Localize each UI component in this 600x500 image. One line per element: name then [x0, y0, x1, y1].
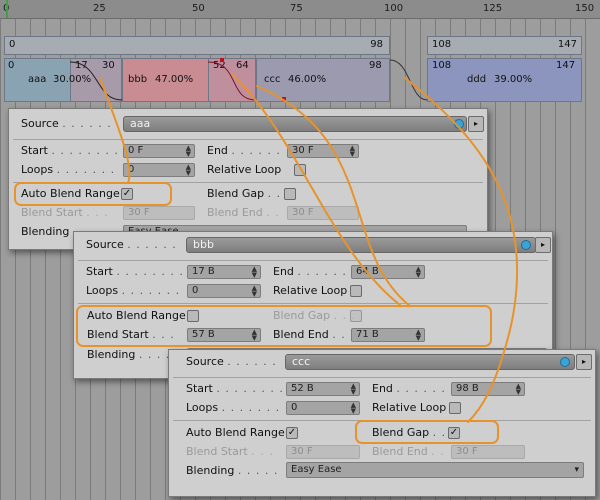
end-label: End — [372, 382, 393, 395]
blend-start-label: Blend Start — [21, 206, 83, 219]
relative-loop-label: Relative Loop — [207, 163, 282, 176]
start-field[interactable]: 17 B ▲ ▼ — [187, 265, 261, 279]
relative-loop-label: Relative Loop — [273, 284, 348, 297]
start-label: Start — [21, 144, 48, 157]
end-field[interactable]: 64 B ▲ ▼ — [351, 265, 425, 279]
blend-start-field[interactable]: 30 F — [123, 206, 195, 220]
end-label: End — [273, 265, 294, 278]
end-field[interactable]: 98 B ▲ ▼ — [451, 382, 525, 396]
source-field[interactable]: aaa — [123, 116, 467, 132]
blending-dropdown[interactable]: Easy Ease ▾ — [286, 462, 584, 478]
object-cube-icon — [521, 240, 531, 250]
blend-end-field[interactable]: 30 F — [451, 445, 525, 459]
loops-field[interactable]: 0 ▲ ▼ — [123, 163, 195, 177]
blend-gap-label: Blend Gap — [207, 187, 265, 200]
loops-field[interactable]: 0 ▲ ▼ — [286, 401, 360, 415]
start-field[interactable]: 0 F ▲ ▼ — [123, 144, 195, 158]
auto-blend-range-label: Auto Blend Range — [87, 309, 186, 322]
blending-label: Blending — [87, 348, 136, 361]
source-field[interactable]: ccc — [285, 354, 575, 370]
loops-label: Loops — [86, 284, 119, 297]
blend-start-label: Blend Start — [87, 328, 149, 341]
blending-label: Blending — [21, 225, 70, 238]
blend-gap-checkbox[interactable] — [350, 310, 362, 322]
object-cube-icon — [560, 357, 570, 367]
blend-gap-label: Blend Gap — [273, 309, 331, 322]
blend-start-field[interactable]: 30 F — [286, 445, 360, 459]
blend-gap-label: Blend Gap — [372, 426, 430, 439]
source-label: Source — [86, 238, 124, 251]
loops-label: Loops — [186, 401, 219, 414]
auto-blend-range-checkbox[interactable]: ✓ — [286, 427, 298, 439]
relative-loop-checkbox[interactable] — [449, 402, 461, 414]
relative-loop-checkbox[interactable] — [350, 285, 362, 297]
auto-blend-range-checkbox[interactable] — [187, 310, 199, 322]
start-label: Start — [186, 382, 213, 395]
auto-blend-range-checkbox[interactable]: ✓ — [121, 188, 133, 200]
clip-properties-panel-ccc: Source . . . . . . ccc ▸ Start . . . . .… — [168, 349, 596, 497]
relative-loop-label: Relative Loop — [372, 401, 447, 414]
blend-curves — [69, 58, 428, 101]
relative-loop-checkbox[interactable] — [294, 164, 306, 176]
auto-blend-range-label: Auto Blend Range — [186, 426, 285, 439]
end-field[interactable]: 30 F ▲ ▼ — [287, 144, 359, 158]
loops-label: Loops — [21, 163, 54, 176]
start-label: Start — [86, 265, 113, 278]
start-field[interactable]: 52 B ▲ ▼ — [286, 382, 360, 396]
source-label: Source — [21, 117, 59, 130]
object-cube-icon — [454, 119, 464, 129]
blend-end-field[interactable]: 30 F — [287, 206, 359, 220]
blend-start-field[interactable]: 57 B ▲ ▼ — [187, 328, 261, 342]
blend-gap-checkbox[interactable]: ✓ — [448, 427, 460, 439]
end-label: End — [207, 144, 228, 157]
source-field[interactable]: bbb — [186, 237, 536, 253]
blend-start-label: Blend Start — [186, 445, 248, 458]
blend-end-label: Blend End — [207, 206, 263, 219]
clip-properties-panel-aaa: Source . . . . . . aaa ▸ Start . . . . .… — [8, 108, 488, 250]
blend-end-label: Blend End — [372, 445, 428, 458]
source-menu-button[interactable]: ▸ — [576, 354, 592, 370]
source-menu-button[interactable]: ▸ — [535, 237, 551, 253]
blend-end-label: Blend End — [273, 328, 329, 341]
auto-blend-range-label: Auto Blend Range — [21, 187, 120, 200]
source-menu-button[interactable]: ▸ — [468, 116, 484, 132]
source-label: Source — [186, 355, 224, 368]
blending-label: Blending — [186, 464, 235, 477]
blend-end-field[interactable]: 71 B ▲ ▼ — [351, 328, 425, 342]
loops-field[interactable]: 0 ▲ ▼ — [187, 284, 261, 298]
blend-gap-checkbox[interactable] — [284, 188, 296, 200]
chevron-down-icon: ▾ — [574, 465, 579, 475]
